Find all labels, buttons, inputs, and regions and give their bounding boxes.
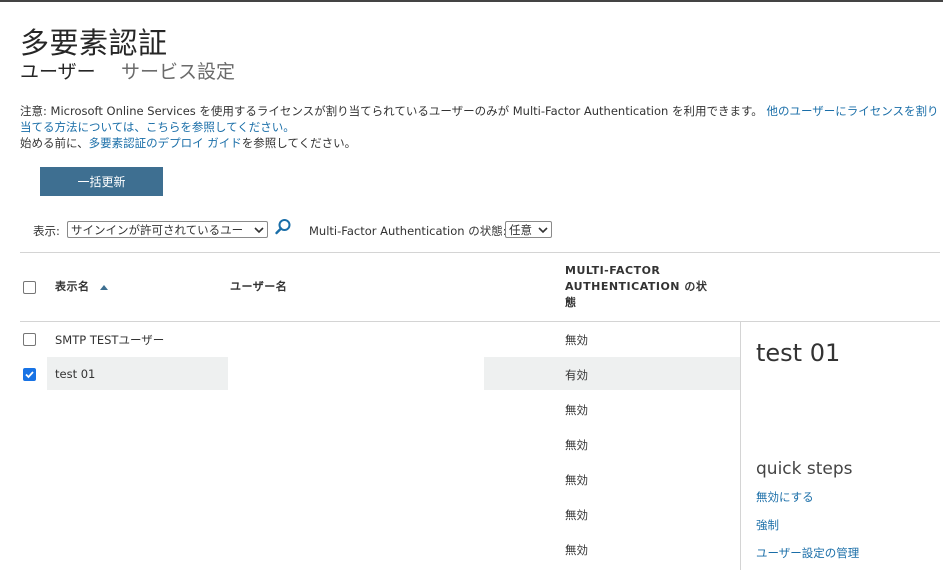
detail-pane-divider (740, 321, 741, 570)
view-filter-value: サインインが許可されているユー (71, 222, 244, 237)
sort-ascending-icon (99, 285, 108, 290)
manage-user-settings-link[interactable]: ユーザー設定の管理 (756, 545, 859, 561)
tab-users[interactable]: ユーザー (20, 57, 96, 84)
selected-user-name: test 01 (756, 339, 841, 367)
table-row[interactable]: 無効 (0, 497, 740, 532)
mfa-status-cell: 無効 (565, 333, 588, 347)
enforce-mfa-link[interactable]: 強制 (756, 517, 779, 533)
row-checkbox[interactable] (23, 333, 36, 346)
chevron-down-icon (254, 226, 264, 233)
mfa-status-cell: 無効 (565, 543, 588, 557)
quick-steps-title: quick steps (756, 459, 853, 479)
deploy-guide-prefix: 始める前に、 (20, 136, 89, 150)
divider (20, 252, 940, 253)
disable-mfa-link[interactable]: 無効にする (756, 489, 814, 505)
deploy-guide-link[interactable]: 多要素認証のデプロイ ガイド (89, 136, 242, 150)
select-all-checkbox[interactable] (23, 281, 36, 294)
mfa-filter-select[interactable]: 任意 (505, 221, 552, 238)
column-header-mfa-status-line1: MULTI-FACTOR (565, 264, 661, 277)
table-row[interactable]: SMTP TESTユーザー 無効 (0, 322, 740, 357)
search-icon[interactable] (274, 218, 292, 236)
checkmark-icon (25, 371, 34, 379)
notice-text: 注意: Microsoft Online Services を使用するライセンス… (20, 104, 763, 118)
mfa-filter-label: Multi-Factor Authentication の状態: (309, 224, 507, 238)
tab-service-settings[interactable]: サービス設定 (121, 57, 235, 84)
column-header-mfa-status[interactable]: MULTI-FACTOR AUTHENTICATION の状 態 (565, 263, 735, 311)
license-notice: 注意: Microsoft Online Services を使用するライセンス… (20, 103, 940, 151)
display-name-cell: SMTP TESTユーザー (55, 333, 165, 347)
column-header-display-name-label: 表示名 (55, 280, 90, 293)
page-title: 多要素認証 (20, 26, 168, 60)
table-row[interactable]: 無効 (0, 427, 740, 462)
table-row[interactable]: 無効 (0, 462, 740, 497)
column-header-display-name[interactable]: 表示名 (55, 279, 108, 295)
deploy-guide-suffix: を参照してください。 (241, 136, 357, 150)
mfa-filter-value: 任意 (509, 222, 532, 237)
row-checkbox[interactable] (23, 368, 36, 381)
view-filter-select[interactable]: サインインが許可されているユー (67, 221, 268, 238)
column-header-mfa-status-line2: AUTHENTICATION の状 (565, 280, 708, 293)
mfa-status-cell: 無効 (565, 403, 588, 417)
bulk-update-button[interactable]: 一括更新 (40, 167, 163, 196)
column-header-user-name[interactable]: ユーザー名 (230, 279, 287, 295)
display-name-cell: test 01 (55, 367, 96, 381)
table-row[interactable]: 無効 (0, 392, 740, 427)
mfa-status-cell: 有効 (565, 368, 588, 382)
mfa-status-cell: 無効 (565, 438, 588, 452)
table-row[interactable]: test 01 有効 (0, 357, 740, 392)
mfa-status-cell: 無効 (565, 508, 588, 522)
view-filter-label: 表示: (33, 224, 60, 238)
column-header-mfa-status-line3: 態 (565, 296, 577, 309)
mfa-status-cell: 無効 (565, 473, 588, 487)
chevron-down-icon (538, 226, 548, 233)
table-row[interactable]: 無効 (0, 532, 740, 567)
